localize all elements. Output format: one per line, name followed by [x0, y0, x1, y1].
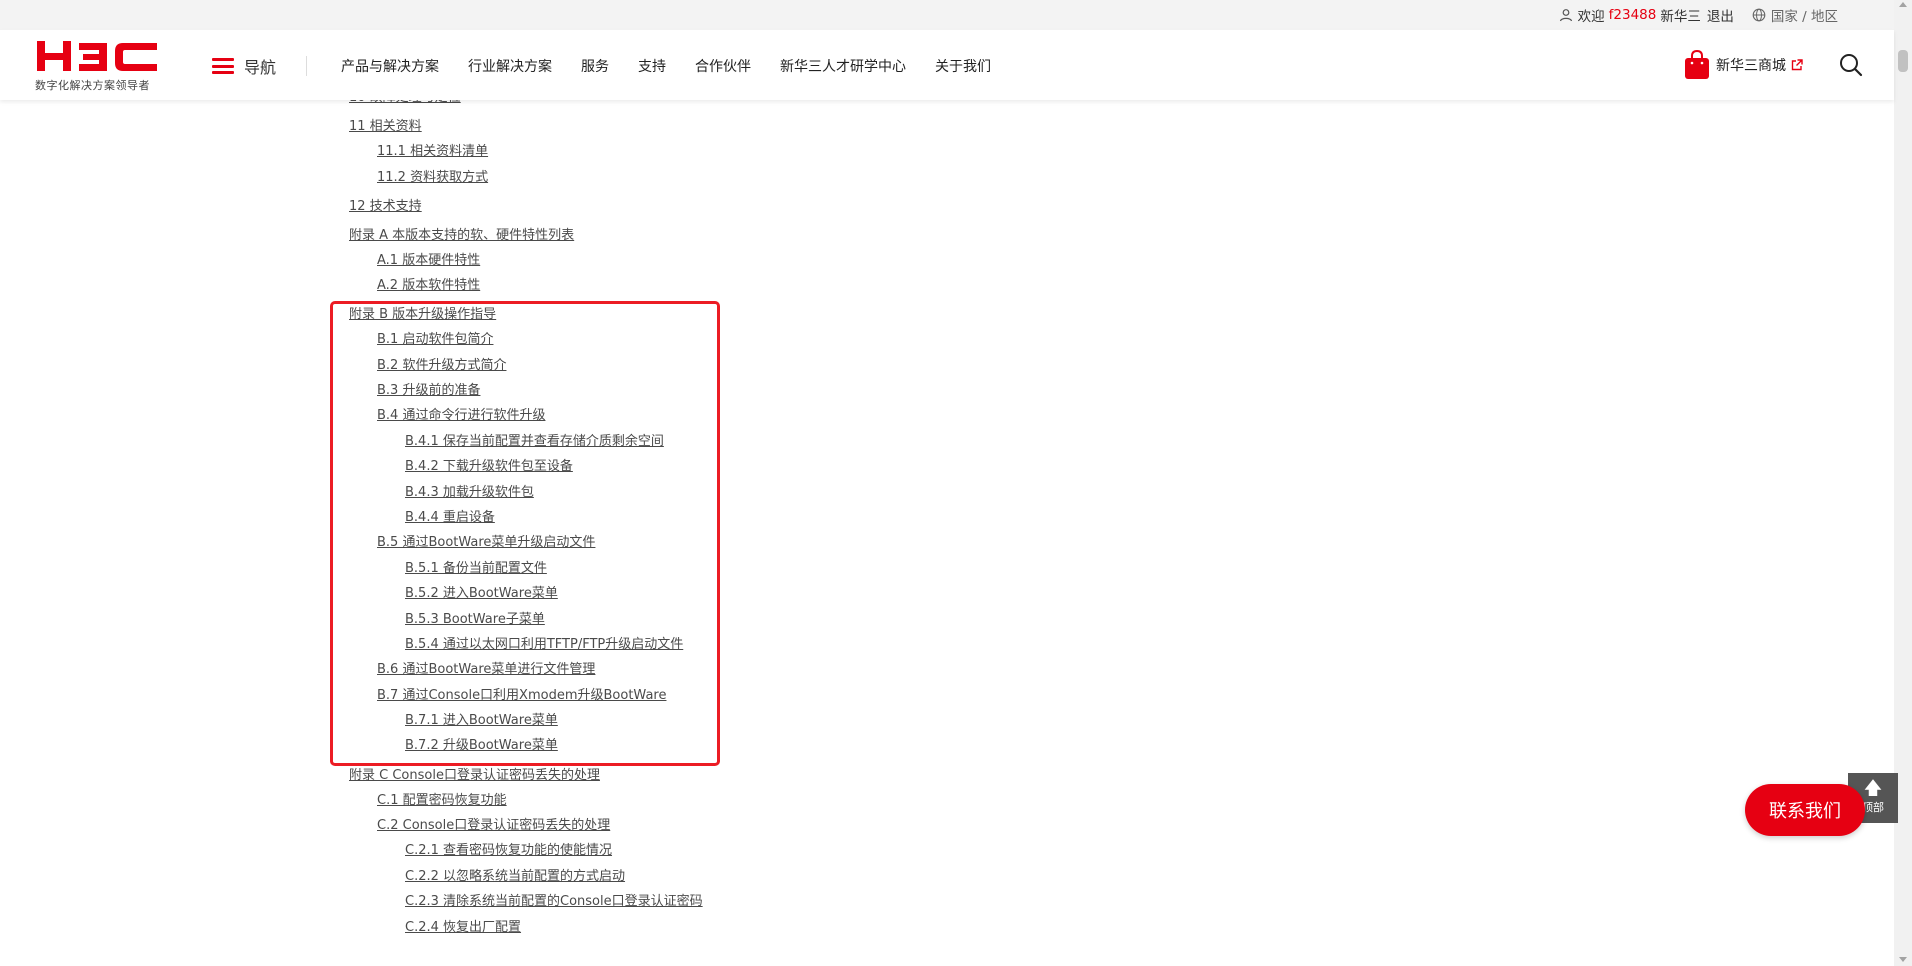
main-menu: 产品与解决方案 行业解决方案 服务 支持 合作伙伴 新华三人才研学中心 关于我们 [341, 56, 1020, 76]
nav-menu-label: 导航 [244, 58, 277, 77]
shopping-bag-icon [1685, 50, 1709, 79]
nav-menu-button[interactable]: 导航 [212, 54, 276, 78]
scroll-thumb[interactable] [1898, 50, 1908, 72]
h3c-logo-mark [37, 41, 157, 71]
toc-item[interactable]: C.2 Console口登录认证密码丢失的处理 [377, 818, 610, 834]
highlight-box [330, 301, 720, 766]
menu-item-service[interactable]: 服务 [581, 56, 609, 76]
shop-label: 新华三商城 [1716, 58, 1786, 74]
menu-item-talent-center[interactable]: 新华三人才研学中心 [780, 56, 906, 76]
scroll-up-icon[interactable] [1899, 2, 1907, 7]
toc-item[interactable]: 11.2 资料获取方式 [377, 170, 488, 186]
main-header: 数字化解决方案领导者 导航 产品与解决方案 行业解决方案 服务 支持 合作伙伴 … [0, 30, 1894, 100]
toc-item[interactable]: C.2.4 恢复出厂配置 [405, 920, 521, 936]
search-icon[interactable] [1838, 52, 1864, 78]
hamburger-icon [212, 58, 234, 74]
toc-item[interactable]: C.2.3 清除系统当前配置的Console口登录认证密码 [405, 894, 703, 910]
menu-item-about[interactable]: 关于我们 [935, 56, 991, 76]
toc-item[interactable]: C.1 配置密码恢复功能 [377, 793, 507, 809]
toc-item[interactable]: C.2.2 以忽略系统当前配置的方式启动 [405, 869, 625, 885]
toc-item[interactable]: 11 相关资料 [349, 119, 422, 135]
menu-item-industry[interactable]: 行业解决方案 [468, 56, 552, 76]
toc-item[interactable]: 附录 A 本版本支持的软、硬件特性列表 [349, 228, 574, 244]
header-divider [306, 56, 307, 76]
menu-item-support[interactable]: 支持 [638, 56, 666, 76]
toc-item[interactable]: 11.1 相关资料清单 [377, 144, 488, 160]
h3c-logo[interactable]: 数字化解决方案领导者 [35, 38, 160, 93]
shop-link[interactable]: 新华三商城 [1684, 50, 1803, 80]
scroll-down-icon[interactable] [1899, 957, 1907, 962]
toc-item[interactable]: C.2.1 查看密码恢复功能的使能情况 [405, 843, 612, 859]
contact-us-button[interactable]: 联系我们 [1745, 784, 1865, 836]
toc-list: 10 故障处理与定位 11 相关资料 11.1 相关资料清单 11.2 资料获取… [0, 0, 1894, 966]
toc-item[interactable]: A.1 版本硬件特性 [377, 253, 480, 269]
logo-tagline: 数字化解决方案领导者 [35, 79, 150, 92]
external-link-icon [1791, 59, 1803, 71]
toc-item[interactable]: A.2 版本软件特性 [377, 278, 480, 294]
menu-item-partners[interactable]: 合作伙伴 [695, 56, 751, 76]
toc-item[interactable]: 12 技术支持 [349, 199, 422, 215]
toc-item[interactable]: 附录 C Console口登录认证密码丢失的处理 [349, 768, 600, 784]
menu-item-products[interactable]: 产品与解决方案 [341, 56, 439, 76]
